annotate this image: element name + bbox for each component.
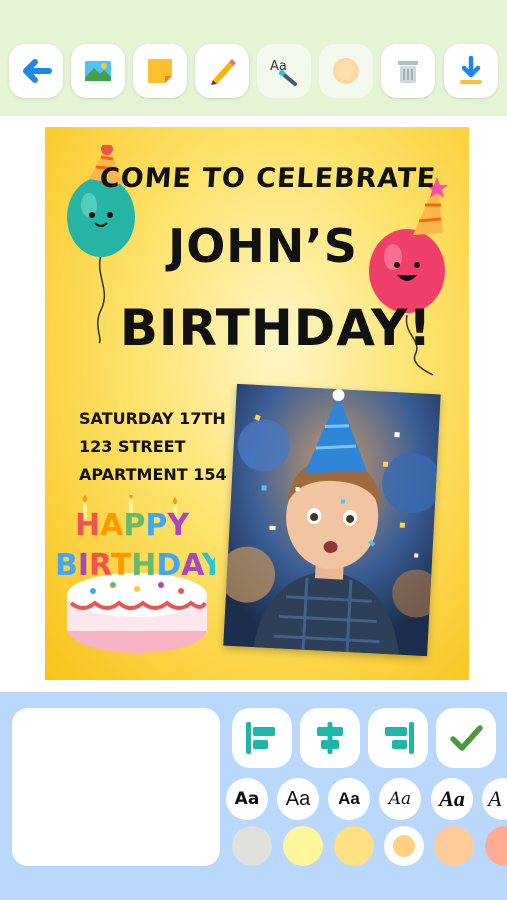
child-photo[interactable] — [223, 383, 441, 657]
color-swatch-pale-yellow[interactable] — [283, 826, 323, 866]
headline-name: JOHN’S — [168, 219, 358, 273]
sticky-note-icon — [148, 59, 172, 83]
color-swatch-gray[interactable] — [232, 826, 272, 866]
birthday-cake-icon: HAPPY BIRTHDAY — [55, 495, 215, 653]
stamp-icon — [333, 58, 359, 84]
color-swatch-peach[interactable] — [434, 826, 474, 866]
align-center-icon — [317, 722, 343, 754]
arrow-left-icon — [23, 59, 52, 83]
download-button[interactable] — [444, 44, 498, 98]
stamp-button[interactable] — [319, 44, 373, 98]
font-option-3[interactable]: Aa — [328, 778, 370, 820]
download-icon — [460, 55, 482, 84]
font-option-1[interactable]: Aa — [226, 778, 268, 820]
detail-street: 123 STREET — [79, 437, 186, 456]
pencil-icon — [211, 59, 236, 85]
align-right-button[interactable] — [368, 708, 428, 768]
selected-indicator — [393, 835, 415, 857]
font-option-5[interactable]: Aa — [431, 778, 473, 820]
svg-text:HAPPY: HAPPY — [75, 508, 190, 543]
draw-button[interactable] — [195, 44, 249, 98]
detail-date: SATURDAY 17TH — [79, 409, 226, 428]
event-details: SATURDAY 17TH 123 STREET APARTMENT 154 — [79, 405, 227, 489]
confirm-button[interactable] — [436, 708, 496, 768]
invitation-card[interactable]: COME TO CELEBRATE JOHN’S BIRTHDAY! SATUR… — [45, 127, 469, 680]
align-center-button[interactable] — [300, 708, 360, 768]
photo-illustration — [223, 383, 441, 657]
image-button[interactable] — [71, 44, 125, 98]
detail-apartment: APARTMENT 154 — [79, 465, 227, 484]
image-icon — [85, 61, 111, 81]
headline-birthday: BIRTHDAY! — [119, 299, 433, 357]
trash-icon — [398, 61, 418, 83]
font-option-2[interactable]: Aa — [277, 778, 319, 820]
svg-text:BIRTHDAY: BIRTHDAY — [55, 548, 215, 583]
checkmark-icon — [450, 725, 483, 751]
align-left-icon — [246, 722, 275, 754]
back-button[interactable] — [9, 44, 63, 98]
top-toolbar: Aa — [0, 0, 507, 116]
delete-button[interactable] — [381, 44, 435, 98]
text-style-button[interactable]: Aa — [257, 44, 311, 98]
color-swatch-selected[interactable] — [384, 826, 424, 866]
align-right-icon — [385, 722, 414, 754]
text-brush-icon: Aa — [270, 59, 297, 86]
color-swatch-yellow[interactable] — [334, 826, 374, 866]
align-left-button[interactable] — [232, 708, 292, 768]
font-option-4[interactable]: Aa — [379, 778, 421, 820]
headline-line-1: COME TO CELEBRATE — [98, 163, 438, 194]
sticker-button[interactable] — [133, 44, 187, 98]
text-input[interactable] — [12, 708, 220, 866]
